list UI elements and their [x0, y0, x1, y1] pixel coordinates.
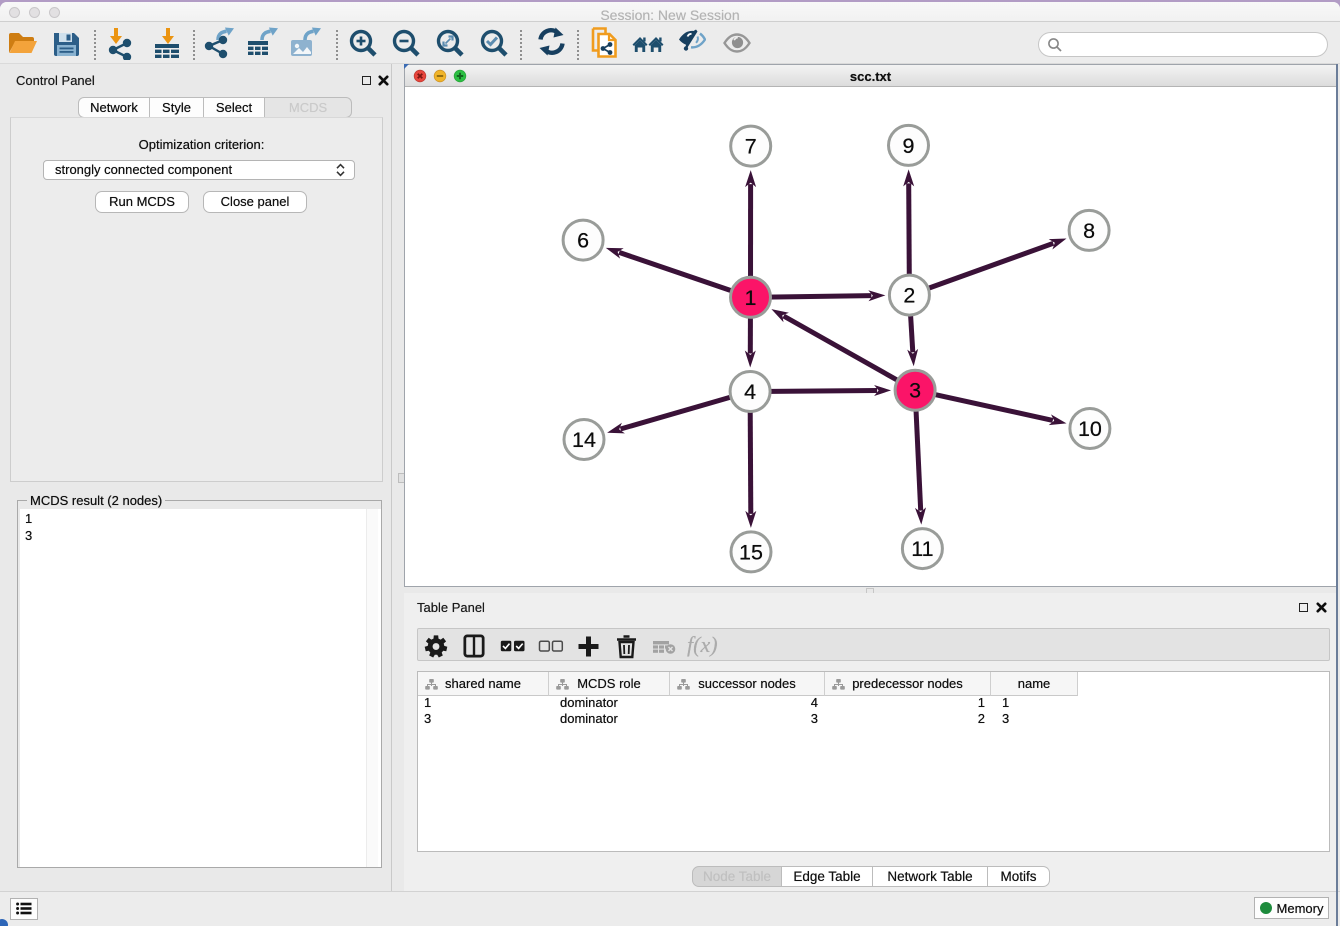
- svg-text:14: 14: [572, 428, 596, 452]
- svg-text:15: 15: [739, 540, 763, 564]
- svg-text:8: 8: [1083, 219, 1095, 243]
- svg-text:7: 7: [745, 135, 757, 159]
- svg-text:11: 11: [911, 537, 933, 561]
- svg-text:1: 1: [745, 286, 757, 310]
- svg-text:3: 3: [909, 379, 921, 403]
- svg-text:9: 9: [903, 134, 915, 158]
- svg-text:2: 2: [903, 284, 915, 308]
- svg-text:6: 6: [577, 229, 589, 253]
- svg-text:10: 10: [1078, 417, 1102, 441]
- svg-text:4: 4: [744, 380, 756, 404]
